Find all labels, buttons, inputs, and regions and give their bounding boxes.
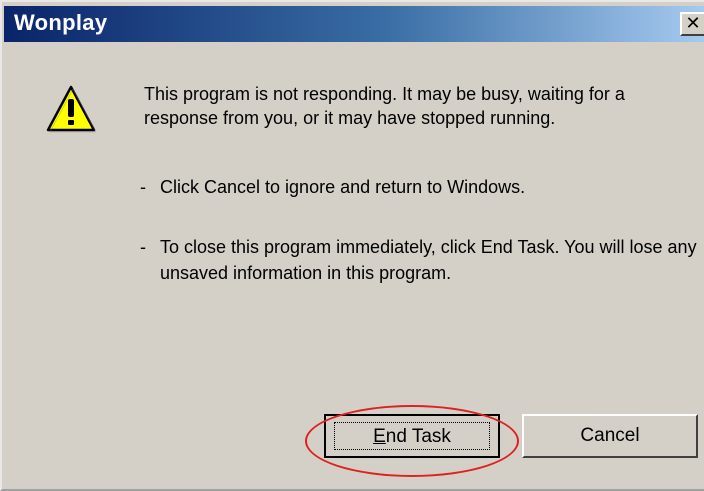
end-task-mnemonic: E [373, 426, 386, 447]
instruction-end-task-text: To close this program immediately, click… [160, 237, 697, 283]
window-title: Wonplay [14, 10, 108, 35]
instruction-cancel-text: Click Cancel to ignore and return to Win… [160, 177, 526, 197]
cancel-button[interactable]: Cancel [522, 414, 698, 458]
bullet-dash: - [140, 177, 146, 197]
end-task-button[interactable]: End Task [324, 414, 500, 458]
end-task-label-rest: nd Task [385, 426, 451, 447]
close-button[interactable]: ✕ [680, 12, 704, 36]
title-bar[interactable]: Wonplay ✕ [4, 6, 704, 42]
dialog-message: This program is not responding. It may b… [144, 84, 625, 128]
close-icon: ✕ [685, 13, 701, 34]
focus-rectangle: End Task [334, 422, 490, 450]
warning-icon [46, 85, 96, 133]
not-responding-dialog: Wonplay ✕ This program is not responding… [0, 0, 704, 491]
bullet-dash: - [140, 237, 146, 257]
